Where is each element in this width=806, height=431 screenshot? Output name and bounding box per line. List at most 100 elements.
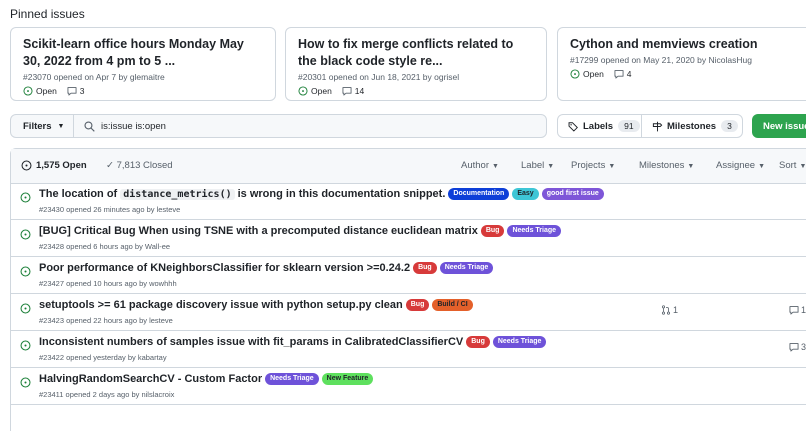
pinned-issue-status: Open 3 xyxy=(23,86,263,96)
filter-projects-dropdown[interactable]: Projects ▼ xyxy=(571,160,615,171)
closed-issues-tab[interactable]: ✓ 7,813 Closed xyxy=(106,160,173,171)
pr-count: 1 xyxy=(673,305,679,315)
comment-count[interactable]: 3 xyxy=(67,86,85,96)
filter-author-dropdown[interactable]: Author ▼ xyxy=(461,160,499,171)
issue-row: setuptools >= 61 package discovery issue… xyxy=(11,295,806,331)
issues-list: 1,575 Open ✓ 7,813 Closed Author ▼ Label ▼ P… xyxy=(10,148,806,431)
chevron-down-icon: ▼ xyxy=(758,163,766,170)
issue-row: Inconsistent numbers of samples issue wi… xyxy=(11,332,806,368)
milestones-button[interactable]: Milestones 3 xyxy=(641,114,743,138)
pinned-issue-meta: #17299 opened on May 21, 2020 by Nicolas… xyxy=(570,55,752,65)
issue-open-icon xyxy=(21,160,32,171)
issue-comments[interactable]: 1 xyxy=(789,305,806,315)
pinned-issue-title[interactable]: How to fix merge conflicts related to th… xyxy=(298,36,534,70)
issue-title-link[interactable]: HalvingRandomSearchCV - Custom Factor Nee… xyxy=(39,373,374,385)
comment-icon xyxy=(614,70,624,79)
search-value: is:issue is:open xyxy=(101,120,166,132)
issue-label[interactable]: Bug xyxy=(466,336,490,348)
issue-title-link[interactable]: The location of distance_metrics() is wron… xyxy=(39,188,604,200)
comment-icon xyxy=(789,343,799,352)
pinned-issue-card[interactable]: How to fix merge conflicts related to th… xyxy=(285,27,547,101)
issue-comments[interactable]: 3 xyxy=(789,342,806,352)
issue-title-link[interactable]: Poor performance of KNeighborsClassifier… xyxy=(39,262,494,274)
filter-assignee-dropdown[interactable]: Assignee ▼ xyxy=(716,160,765,171)
comment-count[interactable]: 4 xyxy=(614,69,632,79)
issue-label[interactable]: Needs Triage xyxy=(265,373,319,385)
pinned-issue-meta: #20301 opened on Jun 18, 2021 by ogrisel xyxy=(298,72,460,82)
issue-title-link[interactable]: setuptools >= 61 package discovery issue… xyxy=(39,299,473,311)
issue-meta: #23422 opened yesterday by kabartay xyxy=(39,353,167,362)
issue-label[interactable]: Needs Triage xyxy=(492,336,547,348)
issue-label[interactable]: Bug xyxy=(413,262,437,274)
comment-count-value: 14 xyxy=(354,86,365,96)
chevron-down-icon: ▼ xyxy=(608,163,616,170)
filter-milestones-dropdown[interactable]: Milestones ▼ xyxy=(639,160,694,171)
linked-pull-requests[interactable]: 1 xyxy=(661,305,678,315)
status-label: Open xyxy=(311,86,332,96)
issue-open-icon xyxy=(20,303,31,314)
filters-button[interactable]: Filters ▼ xyxy=(10,114,74,138)
pinned-issue-status: Open 14 xyxy=(298,86,534,96)
filter-label: Projects xyxy=(571,160,606,171)
issue-open-icon xyxy=(20,192,31,203)
pinned-issue-status: Open 4 xyxy=(570,69,804,79)
issue-label[interactable]: Easy xyxy=(512,188,539,200)
pinned-issue-meta: #23070 opened on Apr 7 by glemaitre xyxy=(23,72,165,82)
pinned-issue-card[interactable]: Scikit-learn office hours Monday May 30,… xyxy=(10,27,276,101)
issue-open-icon xyxy=(298,86,308,96)
filter-label-dropdown[interactable]: Label ▼ xyxy=(521,160,554,171)
issue-label[interactable]: good first issue xyxy=(541,188,604,200)
milestone-icon xyxy=(652,121,663,131)
pull-request-icon xyxy=(661,305,671,315)
filter-label: Sort xyxy=(779,160,797,171)
pinned-issue-card[interactable]: Cython and memviews creation #17299 opene… xyxy=(557,27,806,101)
issue-row: [BUG] Critical Bug When using TSNE with … xyxy=(11,221,806,257)
milestones-count: 3 xyxy=(721,120,738,132)
pinned-issue-title[interactable]: Cython and memviews creation xyxy=(570,36,804,53)
issue-status xyxy=(20,190,31,208)
milestones-label: Milestones xyxy=(667,120,717,132)
issue-title-text: Inconsistent numbers of samples issue wi… xyxy=(39,336,464,348)
issue-open-icon xyxy=(23,86,33,96)
labels-button[interactable]: Labels 91 xyxy=(557,114,642,138)
issue-row: HalvingRandomSearchCV - Custom Factor Nee… xyxy=(11,369,806,405)
issue-status xyxy=(20,227,31,245)
chevron-down-icon: ▼ xyxy=(687,163,695,170)
chevron-down-icon: ▼ xyxy=(547,163,555,170)
issue-title-text: HalvingRandomSearchCV - Custom Factor xyxy=(39,373,263,385)
issue-open-icon xyxy=(570,69,580,79)
issue-status xyxy=(20,264,31,282)
new-issue-button[interactable]: New issue xyxy=(752,114,806,138)
issue-open-icon xyxy=(20,340,31,351)
issue-label[interactable]: Needs Triage xyxy=(507,225,562,237)
filter-label: Assignee xyxy=(716,160,756,171)
issue-label[interactable]: Bug xyxy=(480,225,505,237)
issue-label[interactable]: Bug xyxy=(405,299,430,311)
status-label: Open xyxy=(36,86,57,96)
chevron-down-icon: ▼ xyxy=(492,163,499,170)
comment-icon xyxy=(789,306,799,315)
issue-open-icon xyxy=(20,377,31,388)
issue-label[interactable]: Documentation xyxy=(448,188,510,200)
issue-open-icon xyxy=(20,266,31,277)
issue-status xyxy=(20,301,31,319)
filter-sort-dropdown[interactable]: Sort ▼ xyxy=(779,160,806,171)
issue-meta: #23427 opened 10 hours ago by wowhhh xyxy=(39,279,177,288)
issue-title-text: The location of xyxy=(39,188,118,200)
issue-status xyxy=(20,375,31,393)
issue-row: Poor performance of KNeighborsClassifier… xyxy=(11,258,806,294)
issue-label[interactable]: New Feature xyxy=(321,373,374,385)
issue-label[interactable]: Needs Triage xyxy=(439,262,494,274)
search-input[interactable]: is:issue is:open xyxy=(73,114,547,138)
issue-title-link[interactable]: [BUG] Critical Bug When using TSNE with … xyxy=(39,225,562,237)
issue-status xyxy=(20,338,31,356)
comment-count-value: 3 xyxy=(79,86,85,96)
open-issues-tab[interactable]: 1,575 Open xyxy=(21,160,87,171)
issue-label[interactable]: Build / CI xyxy=(432,299,473,311)
pinned-issue-title[interactable]: Scikit-learn office hours Monday May 30,… xyxy=(23,36,263,70)
issue-row: The location of distance_metrics() is wron… xyxy=(11,184,806,220)
comment-count[interactable]: 14 xyxy=(342,86,364,96)
issue-meta: #23423 opened 22 hours ago by lesteve xyxy=(39,316,173,325)
search-icon xyxy=(84,120,95,132)
issue-title-link[interactable]: Inconsistent numbers of samples issue wi… xyxy=(39,336,547,348)
